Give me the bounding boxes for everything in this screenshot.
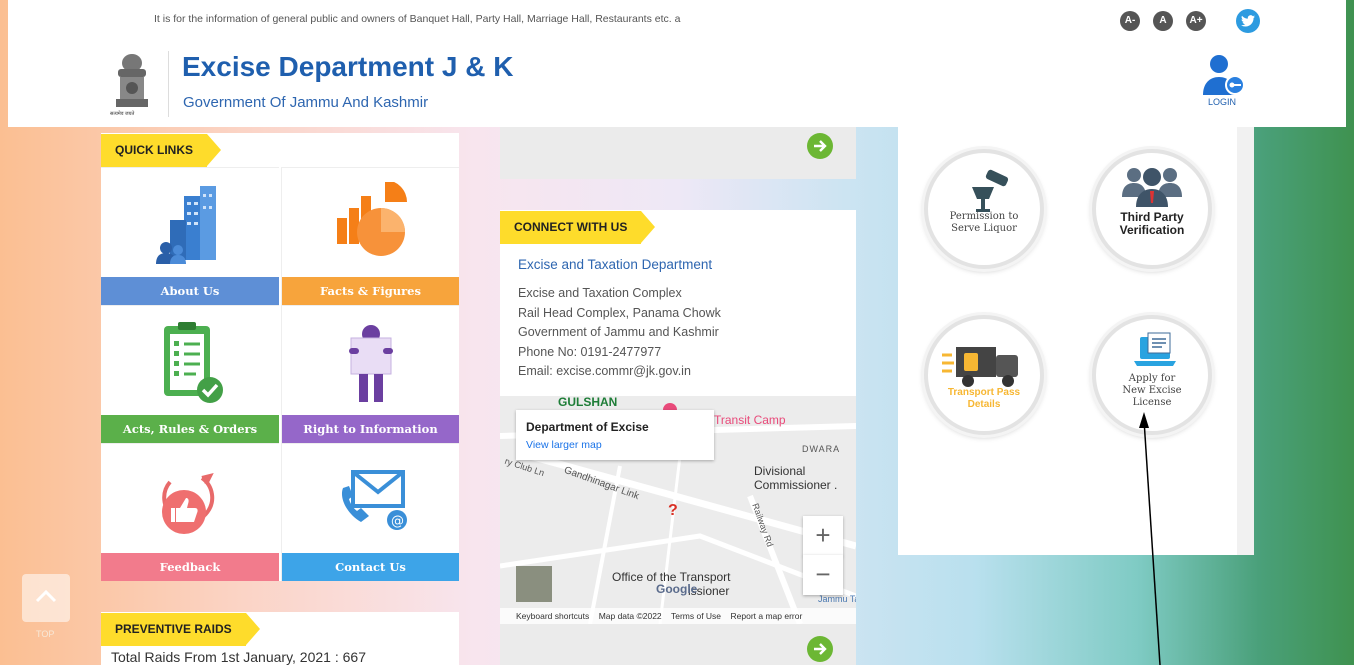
connect-panel: CONNECT WITH US Excise and Taxation Depa…: [500, 210, 856, 396]
chevron-up-icon: [35, 589, 57, 603]
phone-line: Phone No: 0191-2477977: [518, 345, 662, 359]
tile-acts-rules-orders[interactable]: Acts, Rules & Orders: [101, 305, 279, 443]
service-label: Apply for New Excise License: [1122, 373, 1182, 408]
map-label-jammu: Jammu Ta: [818, 594, 856, 604]
address-line-1: Excise and Taxation Complex: [518, 286, 682, 300]
map-label-commissioner: Commissioner .: [754, 478, 838, 492]
zoom-in-button[interactable]: +: [803, 516, 843, 556]
back-to-top-label: TOP: [36, 629, 55, 639]
font-decrease-button[interactable]: A-: [1120, 11, 1140, 31]
font-normal-button[interactable]: A: [1153, 11, 1173, 31]
preventive-raids-heading: PREVENTIVE RAIDS: [101, 613, 260, 646]
top-strip: It is for the information of general pub…: [8, 0, 1346, 41]
login-button[interactable]: LOGIN: [1198, 53, 1248, 109]
service-label: Permission to Serve Liquor: [949, 211, 1019, 234]
tile-feedback-label: Feedback: [101, 553, 279, 581]
thumbs-up-icon: [162, 473, 215, 534]
map-label-divisional: Divisional: [754, 464, 806, 478]
tile-facts-figures-label: Facts & Figures: [282, 277, 459, 305]
report-error-link[interactable]: Report a map error: [731, 611, 803, 621]
tile-contact-us-label: Contact Us: [282, 553, 459, 581]
service-transport-pass-details[interactable]: Transport Pass Details: [924, 315, 1044, 435]
tile-about-us[interactable]: About Us: [101, 167, 279, 305]
quick-links-heading: QUICK LINKS: [101, 134, 221, 167]
zoom-out-button[interactable]: −: [803, 555, 843, 595]
tile-right-to-information-label: Right to Information: [282, 415, 459, 443]
twitter-icon[interactable]: [1236, 9, 1260, 33]
news-panel-bottom: [500, 127, 856, 179]
arrow-right-icon[interactable]: [807, 636, 833, 662]
font-increase-button[interactable]: A+: [1186, 11, 1206, 31]
quick-links-panel: QUICK LINKS About Us Facts & Figures Act…: [101, 133, 459, 581]
keyboard-shortcuts-link[interactable]: Keyboard shortcuts: [516, 611, 589, 621]
liquor-bottle-icon: [972, 169, 1009, 212]
header-divider: [168, 51, 169, 117]
announcement-ticker[interactable]: It is for the information of general pub…: [154, 13, 834, 25]
arrow-right-icon[interactable]: [807, 133, 833, 159]
service-label: Third Party Verification: [1119, 210, 1185, 237]
address-line-2: Rail Head Complex, Panama Chowk: [518, 306, 721, 320]
tile-right-to-information[interactable]: Right to Information: [281, 305, 459, 443]
page-subtitle: Government Of Jammu And Kashmir: [183, 94, 429, 111]
preventive-raids-panel: PREVENTIVE RAIDS Total Raids From 1st Ja…: [101, 612, 459, 665]
service-third-party-verification[interactable]: Third Party Verification: [1092, 149, 1212, 269]
email-line: Email: excise.commr@jk.gov.in: [518, 364, 691, 378]
services-panel: Permission to Serve Liquor Third Party V…: [898, 127, 1254, 555]
page-title[interactable]: Excise Department J & K: [182, 51, 513, 83]
map-place-name: Department of Excise: [526, 420, 649, 434]
pie-chart-icon: [337, 182, 407, 256]
map-label-dwara: DWARA: [802, 444, 841, 454]
tile-feedback[interactable]: Feedback: [101, 443, 279, 581]
laptop-form-icon: [1134, 332, 1176, 366]
svg-text:@: @: [391, 514, 404, 529]
tile-facts-figures[interactable]: Facts & Figures: [281, 167, 459, 305]
tile-about-us-label: About Us: [101, 277, 279, 305]
scrollbar[interactable]: [1237, 127, 1254, 555]
address-line-3: Government of Jammu and Kashmir: [518, 325, 719, 339]
tile-acts-rules-orders-label: Acts, Rules & Orders: [101, 415, 279, 443]
map-footer: Keyboard shortcuts Map data ©2022 Terms …: [500, 608, 856, 624]
map-label-gulshan: GULSHAN: [558, 396, 618, 409]
service-permission-serve-liquor[interactable]: Permission to Serve Liquor: [924, 149, 1044, 269]
service-label: Transport Pass Details: [947, 387, 1021, 410]
map-place-card: Department of Excise View larger map: [516, 410, 714, 460]
checklist-icon: [164, 322, 223, 403]
service-apply-new-excise-license[interactable]: Apply for New Excise License: [1092, 315, 1212, 435]
map-marker-icon[interactable]: ?: [668, 502, 678, 520]
google-logo: Google: [656, 582, 698, 596]
people-group-icon: [1122, 168, 1182, 207]
terms-link[interactable]: Terms of Use: [671, 611, 721, 621]
connect-heading: CONNECT WITH US: [500, 211, 656, 244]
google-map[interactable]: GULSHAN Transit Camp DWARA ry Club Ln Ga…: [500, 396, 856, 624]
national-emblem-icon: सत्यमेव जयते: [108, 51, 156, 121]
map-label-transit: Transit Camp: [714, 413, 786, 427]
view-larger-map-link[interactable]: View larger map: [526, 439, 602, 451]
contact-mail-icon: @: [341, 470, 407, 530]
site-header: सत्यमेव जयते Excise Department J & K Gov…: [8, 41, 1346, 127]
person-notice-icon: [349, 325, 393, 402]
emblem-caption: सत्यमेव जयते: [110, 111, 135, 117]
truck-icon: [942, 347, 1018, 387]
back-to-top-button[interactable]: [22, 574, 70, 622]
user-key-icon: [1203, 55, 1245, 95]
login-label: LOGIN: [1207, 97, 1236, 107]
next-panel: [500, 624, 856, 665]
map-data-label: Map data ©2022: [598, 611, 662, 621]
building-icon: [156, 186, 216, 264]
tile-contact-us[interactable]: @ Contact Us: [281, 443, 459, 581]
connect-org: Excise and Taxation Department: [518, 257, 713, 272]
total-raids-text: Total Raids From 1st January, 2021 : 667: [111, 649, 366, 665]
